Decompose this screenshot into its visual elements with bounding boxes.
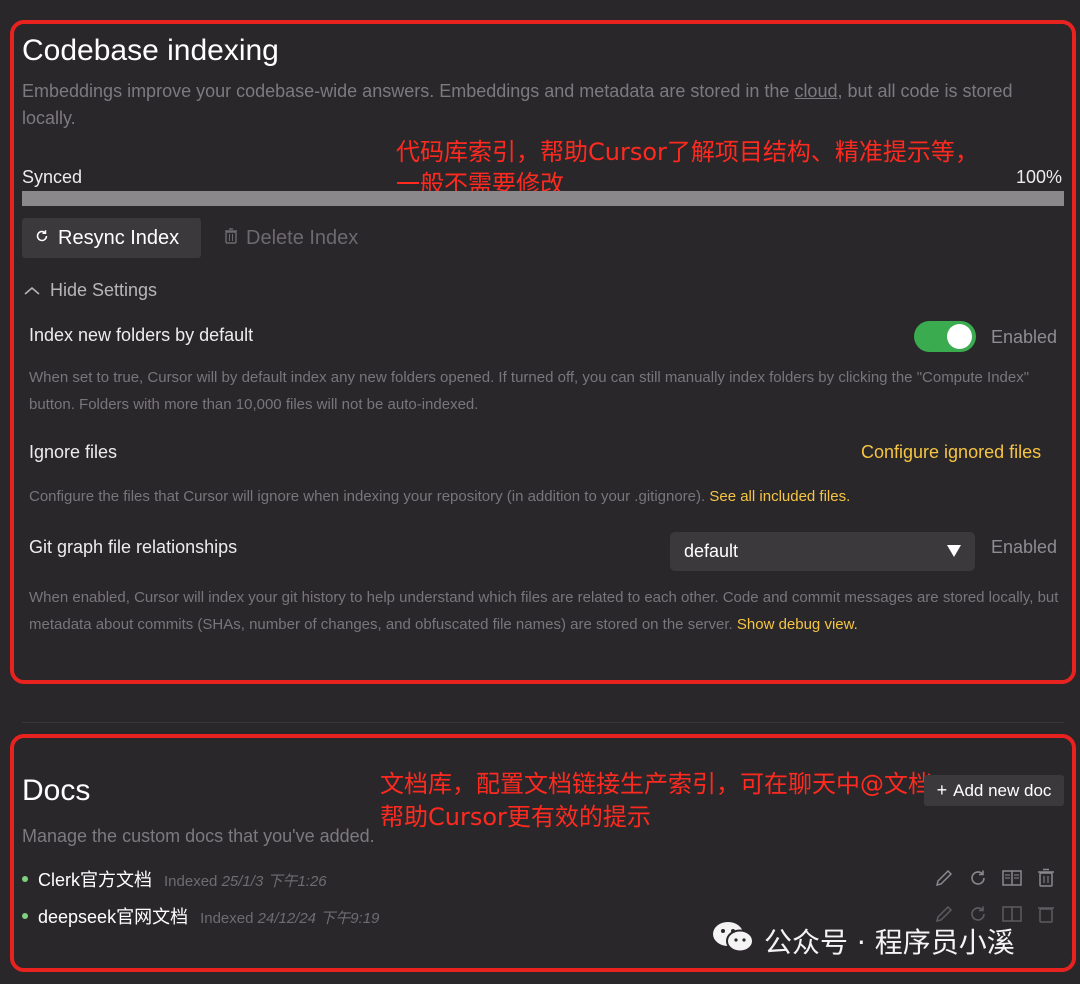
refresh-icon[interactable] — [964, 864, 992, 892]
refresh-icon — [34, 227, 50, 250]
doc-name: deepseek官网文档 — [38, 907, 189, 927]
new-folders-label: Index new folders by default — [29, 325, 254, 345]
watermark: 公众号 · 程序员小溪 — [712, 920, 1015, 961]
add-new-doc-label: Add new doc — [953, 780, 1052, 800]
sync-progress-text: 100% — [1016, 167, 1063, 187]
new-folders-status: Enabled — [991, 327, 1058, 347]
annotation-docs-line2: 帮助Cursor更有效的提示 — [380, 803, 651, 831]
see-all-included-files-link[interactable]: See all included files. — [709, 488, 850, 505]
ignore-files-desc-text: Configure the files that Cursor will ign… — [29, 488, 710, 505]
plus-icon: + — [936, 780, 948, 800]
ignore-files-label: Ignore files — [29, 442, 118, 462]
git-graph-select[interactable]: default — [670, 532, 975, 571]
new-folders-description: When set to true, Cursor will by default… — [29, 369, 1030, 413]
show-debug-view-link[interactable]: Show debug view. — [737, 616, 858, 633]
indexed-status-dot — [22, 913, 28, 919]
cloud-link[interactable]: cloud — [794, 81, 837, 101]
delete-index-label: Delete Index — [246, 226, 359, 249]
indexed-status-dot — [22, 876, 28, 882]
git-graph-description: When enabled, Cursor will index your git… — [29, 584, 1059, 638]
trash-icon — [224, 227, 238, 250]
delete-index-button[interactable]: Delete Index — [224, 218, 358, 258]
section-divider — [22, 722, 1064, 723]
doc-indexed-label: Indexed — [200, 910, 254, 927]
doc-actions — [930, 864, 1060, 892]
add-new-doc-button[interactable]: + Add new doc — [924, 775, 1064, 806]
doc-indexed-date: 25/1/3 下午1:26 — [221, 873, 327, 890]
resync-index-label: Resync Index — [58, 226, 180, 249]
doc-name: Clerk官方文档 — [38, 870, 153, 890]
hide-settings-label: Hide Settings — [50, 280, 158, 300]
sync-progress-bar — [22, 191, 1064, 206]
git-graph-select-value: default — [684, 541, 739, 561]
section-title-indexing: Codebase indexing — [22, 34, 279, 67]
new-folders-toggle[interactable] — [914, 321, 976, 352]
git-graph-label: Git graph file relationships — [29, 537, 238, 557]
resync-index-button[interactable]: Resync Index — [22, 218, 201, 258]
configure-ignored-files-link[interactable]: Configure ignored files — [861, 442, 1041, 463]
hide-settings-toggle[interactable]: Hide Settings — [24, 280, 157, 301]
watermark-text: 公众号 · 程序员小溪 — [764, 925, 1015, 959]
indexing-description: Embeddings improve your codebase-wide an… — [22, 78, 1062, 132]
wechat-icon — [712, 920, 754, 961]
book-icon[interactable] — [998, 864, 1026, 892]
git-graph-status: Enabled — [991, 537, 1058, 557]
doc-list-item[interactable]: deepseek官网文档 Indexed 24/12/24 下午9:19 — [22, 903, 379, 929]
sync-status: Synced — [22, 167, 83, 187]
git-graph-desc-text: When enabled, Cursor will index your git… — [29, 589, 1059, 633]
ignore-files-description: Configure the files that Cursor will ign… — [29, 483, 1059, 510]
doc-indexed-meta: Indexed 25/1/3 下午1:26 — [164, 870, 327, 891]
trash-icon[interactable] — [1032, 864, 1060, 892]
section-title-docs: Docs — [22, 774, 91, 807]
chevron-up-icon — [24, 280, 40, 301]
edit-icon[interactable] — [930, 864, 958, 892]
doc-indexed-label: Indexed — [164, 873, 218, 890]
doc-indexed-date: 24/12/24 下午9:19 — [257, 910, 380, 927]
docs-description: Manage the custom docs that you've added… — [22, 826, 375, 846]
dropdown-arrow-icon — [947, 541, 961, 562]
annotation-docs-line1: 文档库，配置文档链接生产索引，可在聊天中@文档 — [380, 770, 932, 798]
annotation-indexing-line1: 代码库索引，帮助Cursor了解项目结构、精准提示等， — [396, 138, 979, 166]
doc-list-item[interactable]: Clerk官方文档 Indexed 25/1/3 下午1:26 — [22, 866, 327, 892]
doc-indexed-meta: Indexed 24/12/24 下午9:19 — [200, 907, 379, 928]
trash-icon[interactable] — [1032, 900, 1060, 928]
indexing-desc-text: Embeddings improve your codebase-wide an… — [22, 81, 795, 101]
toggle-knob — [947, 324, 972, 349]
sync-progress-fill — [22, 191, 1064, 206]
